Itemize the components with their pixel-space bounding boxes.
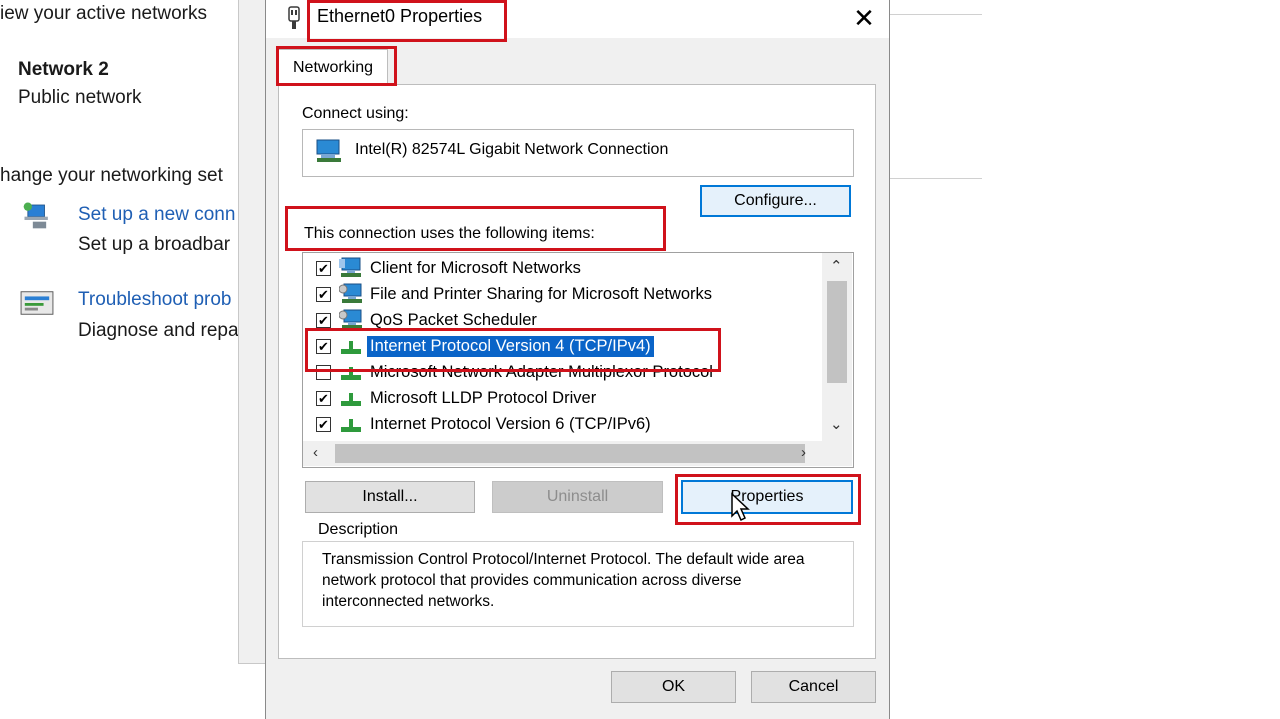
network-name: Network 2	[18, 59, 109, 80]
item-label: Client for Microsoft Networks	[370, 258, 581, 277]
scroll-right-icon[interactable]: ›	[801, 444, 806, 461]
change-settings-header: hange your networking set	[0, 165, 223, 186]
list-item[interactable]: ✔ Internet Protocol Version 6 (TCP/IPv6)	[303, 411, 823, 437]
description-title: Description	[314, 521, 403, 539]
active-networks-header: iew your active networks	[0, 3, 207, 24]
item-label: Internet Protocol Version 6 (TCP/IPv6)	[370, 414, 651, 433]
protocol-icon	[339, 387, 367, 409]
list-item[interactable]: ✔ Internet Protocol Version 4 (TCP/IPv4)	[303, 333, 823, 359]
troubleshoot-link[interactable]: Troubleshoot prob	[78, 289, 232, 311]
list-item[interactable]: Microsoft Network Adapter Multiplexor Pr…	[303, 359, 823, 385]
adapter-field: Intel(R) 82574L Gigabit Network Connecti…	[302, 129, 854, 177]
close-icon: ✕	[853, 2, 875, 33]
setup-connection-icon	[23, 202, 48, 229]
ethernet-properties-dialog: Ethernet0 Properties ✕ Networking Connec…	[265, 0, 890, 719]
cancel-button[interactable]: Cancel	[751, 671, 876, 703]
item-label: File and Printer Sharing for Microsoft N…	[370, 284, 713, 303]
scroll-left-icon[interactable]: ‹	[313, 444, 318, 461]
item-checkbox[interactable]	[316, 364, 331, 380]
scroll-up-icon[interactable]: ⌃	[830, 257, 843, 275]
tab-networking[interactable]: Networking	[278, 49, 388, 86]
item-label: Microsoft Network Adapter Multiplexor Pr…	[370, 362, 713, 381]
item-checkbox[interactable]: ✔	[316, 286, 331, 302]
vertical-scroll-thumb[interactable]	[827, 281, 847, 383]
item-label: QoS Packet Scheduler	[370, 310, 537, 329]
close-button[interactable]: ✕	[841, 0, 887, 36]
properties-button[interactable]: Properties	[681, 480, 853, 514]
network-adapter-icon	[316, 139, 341, 162]
protocol-icon	[339, 335, 367, 357]
setup-connection-desc: Set up a broadbar	[78, 234, 231, 255]
item-checkbox[interactable]: ✔	[316, 260, 331, 276]
protocol-icon	[339, 413, 367, 435]
vertical-scrollbar[interactable]: ⌃ ⌄	[822, 253, 852, 441]
network-service-icon	[339, 309, 367, 331]
protocol-icon	[339, 361, 367, 383]
item-label: Internet Protocol Version 4 (TCP/IPv4)	[367, 335, 654, 357]
item-checkbox[interactable]: ✔	[316, 338, 331, 354]
ethernet-adapter-icon	[288, 6, 300, 29]
title-bar[interactable]: Ethernet0 Properties ✕	[266, 0, 889, 38]
ok-button[interactable]: OK	[611, 671, 736, 703]
divider-line	[888, 178, 982, 179]
items-label: This connection uses the following items…	[304, 225, 595, 242]
install-button[interactable]: Install...	[305, 481, 475, 513]
network-service-icon	[339, 283, 367, 305]
adapter-name: Intel(R) 82574L Gigabit Network Connecti…	[355, 141, 669, 158]
divider-line	[888, 14, 982, 15]
mouse-cursor-icon	[731, 492, 750, 522]
horizontal-scroll-thumb[interactable]	[335, 444, 805, 463]
scroll-down-icon[interactable]: ⌄	[830, 415, 843, 433]
list-item[interactable]: ✔ Microsoft LLDP Protocol Driver	[303, 385, 823, 411]
description-text: Transmission Control Protocol/Internet P…	[322, 551, 805, 610]
item-checkbox[interactable]: ✔	[316, 312, 331, 328]
list-item[interactable]: ✔ QoS Packet Scheduler	[303, 307, 823, 333]
items-list[interactable]: ✔ Client for Microsoft Networks ✔ File and …	[302, 252, 854, 468]
item-checkbox[interactable]: ✔	[316, 390, 331, 406]
item-label: Microsoft LLDP Protocol Driver	[370, 388, 597, 407]
network-client-icon	[339, 257, 367, 279]
dialog-title: Ethernet0 Properties	[317, 6, 483, 26]
connect-using-label: Connect using:	[302, 105, 409, 122]
network-type: Public network	[18, 87, 142, 108]
list-item[interactable]: ✔ Client for Microsoft Networks	[303, 255, 823, 281]
uninstall-button[interactable]: Uninstall	[492, 481, 663, 513]
horizontal-scrollbar[interactable]: ‹ ›	[303, 441, 852, 466]
configure-button[interactable]: Configure...	[700, 185, 851, 217]
troubleshoot-desc: Diagnose and repa	[78, 320, 239, 341]
troubleshoot-icon	[20, 291, 54, 315]
item-checkbox[interactable]: ✔	[316, 416, 331, 432]
list-item[interactable]: ✔ File and Printer Sharing for Microsoft …	[303, 281, 823, 307]
setup-connection-link[interactable]: Set up a new conn	[78, 204, 235, 226]
